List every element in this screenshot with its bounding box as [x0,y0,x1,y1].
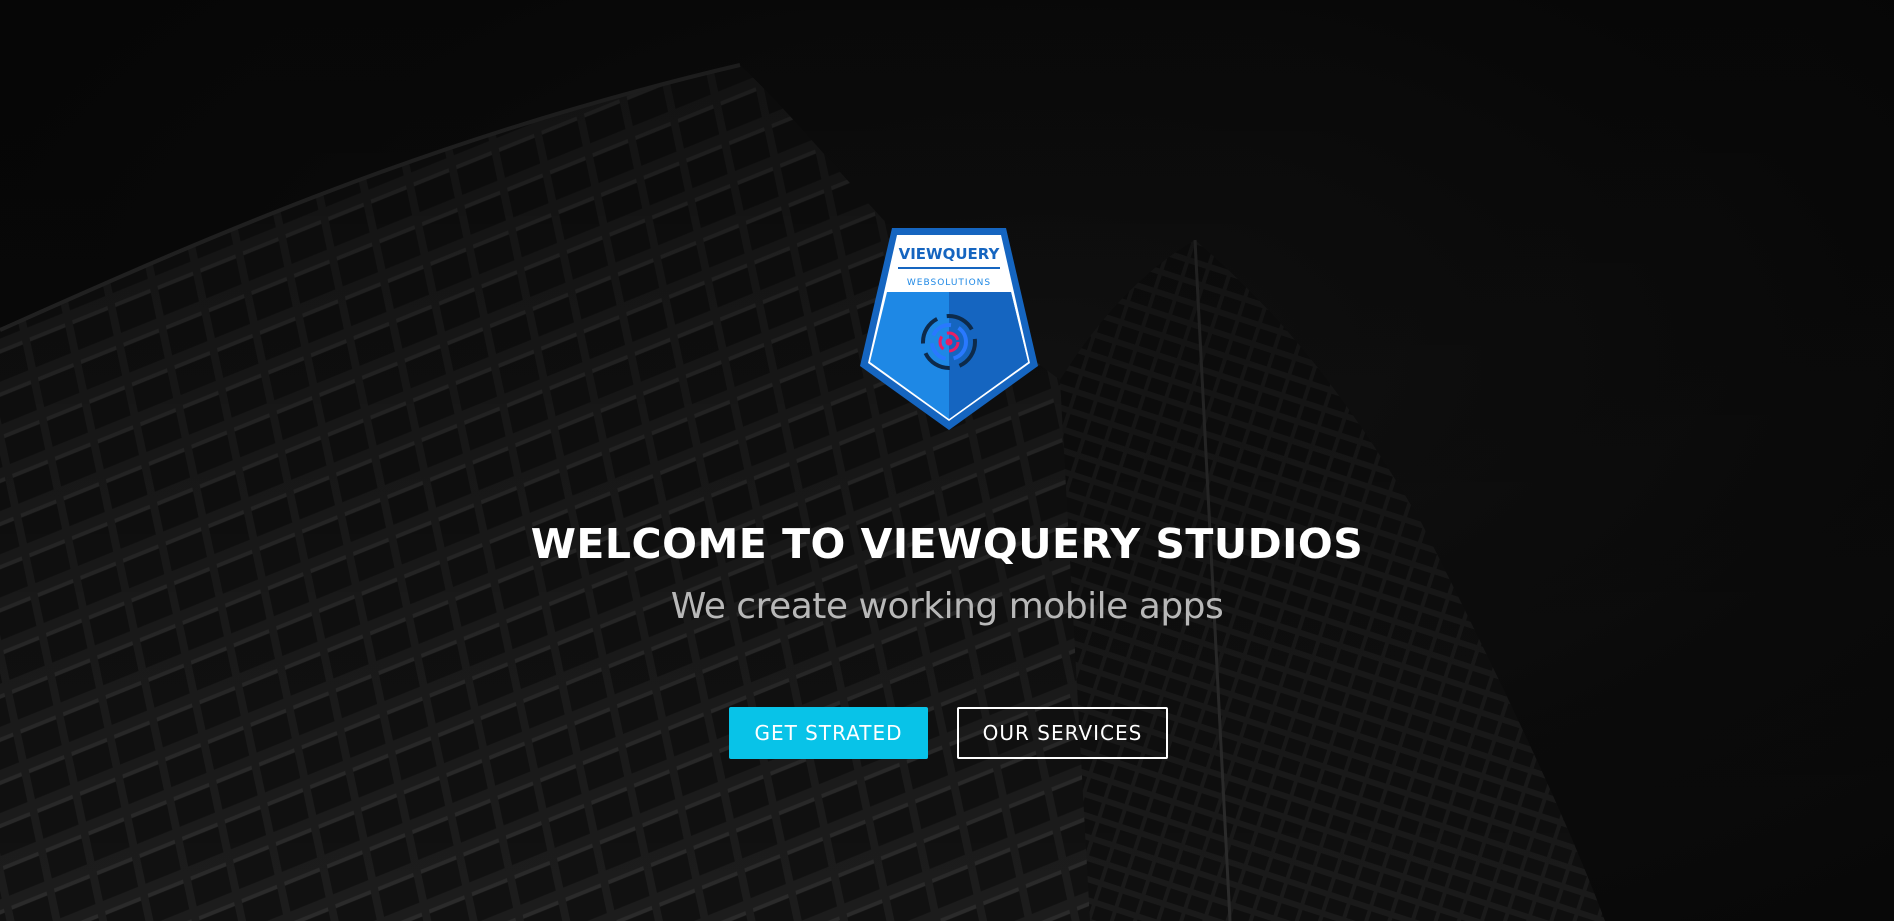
viewquery-logo: VIEWQUERY WEBSOLUTIONS [860,228,1038,430]
hero-subheadline: We create working mobile apps [670,586,1224,627]
our-services-button[interactable]: OUR SERVICES [957,707,1168,759]
get-started-button[interactable]: GET STRATED [729,707,928,759]
hero-headline: WELCOME TO VIEWQUERY STUDIOS [530,520,1364,568]
hero-section: VIEWQUERY WEBSOLUTIONS WELCOME TO VIEWQU… [0,0,1894,921]
hero-content: VIEWQUERY WEBSOLUTIONS WELCOME TO VIEWQU… [0,0,1894,921]
svg-text:WEBSOLUTIONS: WEBSOLUTIONS [907,278,991,288]
svg-text:VIEWQUERY: VIEWQUERY [899,245,1001,263]
